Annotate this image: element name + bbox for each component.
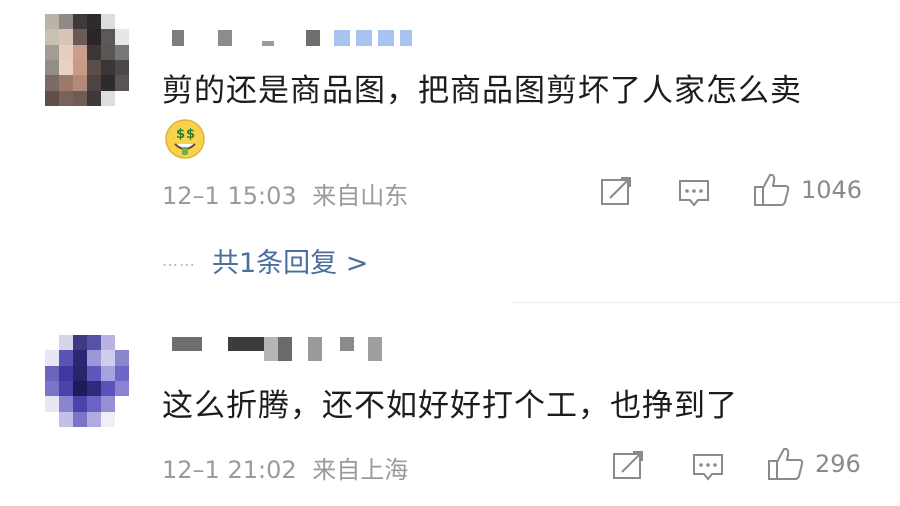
- username-redacted[interactable]: [172, 337, 382, 363]
- like-button[interactable]: 296: [767, 446, 861, 482]
- thumbs-up-icon: [768, 447, 804, 480]
- share-button[interactable]: [600, 176, 634, 208]
- like-button[interactable]: 1046: [753, 172, 862, 208]
- username-redacted[interactable]: [172, 30, 412, 46]
- comment-icon: [679, 180, 709, 207]
- view-replies[interactable]: …… 共1条回复 >: [162, 241, 368, 280]
- like-count: 296: [815, 450, 861, 478]
- svg-text:$: $: [186, 127, 195, 142]
- comment-text: 这么折腾，还不如好好打个工，也挣到了: [162, 388, 738, 424]
- svg-text:$: $: [176, 127, 185, 142]
- share-icon: [613, 451, 643, 479]
- comment-button[interactable]: [677, 176, 711, 210]
- avatar[interactable]: [45, 335, 129, 427]
- comment-text: 剪的还是商品图，把商品图剪坏了人家怎么卖: [162, 73, 802, 109]
- view-replies-link[interactable]: 共1条回复 >: [212, 241, 368, 280]
- timestamp: 12–1 21:02: [162, 456, 297, 484]
- location: 来自山东: [312, 182, 409, 210]
- comment-meta: 12–1 21:02 来自上海: [162, 450, 408, 485]
- money-mouth-face-icon: $ $: [165, 119, 205, 159]
- share-icon: [601, 177, 631, 205]
- timestamp: 12–1 15:03: [162, 182, 297, 210]
- divider: [512, 302, 900, 303]
- like-count: 1046: [801, 176, 863, 204]
- reply-dots: ……: [162, 251, 196, 270]
- location: 来自上海: [312, 456, 409, 484]
- share-button[interactable]: [612, 450, 646, 482]
- comment-meta: 12–1 15:03 来自山东: [162, 176, 408, 211]
- comment-icon: [693, 454, 723, 481]
- comment-button[interactable]: [691, 450, 725, 484]
- thumbs-up-icon: [754, 173, 790, 206]
- avatar[interactable]: [45, 14, 129, 106]
